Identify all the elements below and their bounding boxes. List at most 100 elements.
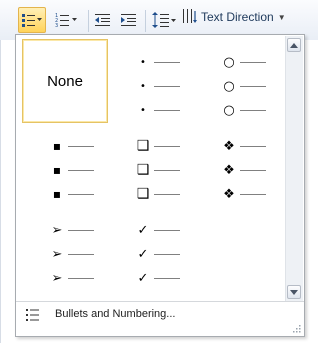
preview-text-line bbox=[240, 170, 266, 171]
window-edge bbox=[0, 40, 1, 343]
arrowhead-bullet-icon: ➢ bbox=[51, 270, 63, 286]
chevron-down-icon: ▼ bbox=[277, 12, 286, 22]
bullet-style-checkmark[interactable]: ✓ ✓ ✓ bbox=[108, 207, 194, 291]
preview-text-line bbox=[240, 86, 266, 87]
decrease-indent-button[interactable] bbox=[92, 7, 114, 33]
text-direction-button[interactable]: Text Direction ▼ bbox=[182, 6, 286, 28]
bullet-preview-line: ➢ bbox=[22, 222, 108, 238]
hollow-square-bullet-icon: ❑ bbox=[136, 162, 150, 178]
bullet-preview-line: • bbox=[108, 104, 194, 116]
bullet-style-small-dot[interactable]: • • • bbox=[108, 39, 194, 123]
preview-text-line bbox=[68, 146, 94, 147]
checkmark-bullet-icon: ✓ bbox=[137, 222, 149, 238]
preview-text-line bbox=[154, 230, 180, 231]
checkmark-bullet-icon: ✓ bbox=[137, 270, 149, 286]
hollow-circle-bullet-icon: ○ bbox=[223, 102, 235, 118]
filled-square-bullet-icon: ▪ bbox=[52, 187, 62, 201]
bullet-preview-line: ○ bbox=[194, 54, 280, 70]
preview-text-line bbox=[68, 194, 94, 195]
bullet-style-none-label: None bbox=[47, 72, 83, 90]
ribbon-separator bbox=[145, 10, 146, 32]
word-bullets-dropdown-screen: 1 2 3 Text Direction ▼ None • • • ○ ○ ○ … bbox=[0, 0, 318, 343]
bullet-style-hollow-circle[interactable]: ○ ○ ○ bbox=[194, 39, 280, 123]
preview-text-line bbox=[68, 278, 94, 279]
bullet-preview-line: ❖ bbox=[194, 186, 280, 202]
preview-text-line bbox=[154, 278, 180, 279]
chevron-down-icon bbox=[290, 289, 298, 295]
bullet-library-gallery: None • • • ○ ○ ○ ▪ ▪ ▪ ❑ ❑ ❑ ❖ ❖ ❖ ➢ ➢ ➢ ✓ ✓ ✓ bbox=[16, 35, 284, 301]
bullet-preview-line: ❑ bbox=[108, 138, 194, 154]
preview-text-line bbox=[240, 146, 266, 147]
preview-text-line bbox=[68, 230, 94, 231]
footer-divider bbox=[16, 301, 304, 302]
line-spacing-button[interactable] bbox=[150, 7, 178, 33]
gallery-scrollbar[interactable] bbox=[285, 36, 303, 301]
bullet-preview-line: • bbox=[108, 56, 194, 68]
bullet-preview-line: ✓ bbox=[108, 222, 194, 238]
bullet-style-hollow-square[interactable]: ❑ ❑ ❑ bbox=[108, 123, 194, 207]
text-direction-label: Text Direction bbox=[201, 10, 274, 24]
preview-text-line bbox=[240, 194, 266, 195]
line-spacing-icon bbox=[152, 12, 176, 28]
decrease-indent-icon bbox=[95, 14, 110, 26]
four-diamond-bullet-icon: ❖ bbox=[223, 138, 235, 154]
preview-text-line bbox=[154, 146, 180, 147]
ribbon-separator bbox=[88, 10, 89, 32]
four-diamond-bullet-icon: ❖ bbox=[223, 186, 235, 202]
bullet-preview-line: ▪ bbox=[22, 187, 108, 201]
bullets-button[interactable] bbox=[18, 7, 46, 33]
increase-indent-icon bbox=[121, 14, 136, 26]
preview-text-line bbox=[154, 110, 180, 111]
preview-text-line bbox=[154, 62, 180, 63]
small-dot-bullet-icon: • bbox=[140, 104, 146, 116]
arrowhead-bullet-icon: ➢ bbox=[51, 246, 63, 262]
bullet-preview-line: ❑ bbox=[108, 186, 194, 202]
bullet-style-arrowhead[interactable]: ➢ ➢ ➢ bbox=[22, 207, 108, 291]
preview-text-line bbox=[240, 110, 266, 111]
filled-square-bullet-icon: ▪ bbox=[52, 163, 62, 177]
bullets-list-icon bbox=[26, 309, 39, 321]
bullet-preview-line: ▪ bbox=[22, 139, 108, 153]
filled-square-bullet-icon: ▪ bbox=[52, 139, 62, 153]
bullet-preview-line: ❖ bbox=[194, 138, 280, 154]
scroll-down-button[interactable] bbox=[287, 285, 301, 299]
preview-text-line bbox=[68, 170, 94, 171]
bullet-preview-line: ✓ bbox=[108, 270, 194, 286]
bullet-preview-line: ❑ bbox=[108, 162, 194, 178]
preview-text-line bbox=[240, 62, 266, 63]
checkmark-bullet-icon: ✓ bbox=[137, 246, 149, 262]
bullet-preview-line: ❖ bbox=[194, 163, 280, 178]
svg-text:3: 3 bbox=[55, 23, 58, 28]
bullet-preview-line: ✓ bbox=[108, 246, 194, 262]
bullet-preview-line: ➢ bbox=[22, 270, 108, 286]
bullet-preview-line: ➢ bbox=[22, 246, 108, 262]
preview-text-line bbox=[154, 86, 180, 87]
small-dot-bullet-icon: • bbox=[140, 80, 146, 92]
resize-grip-icon[interactable] bbox=[293, 325, 301, 333]
hollow-square-bullet-icon: ❑ bbox=[136, 186, 150, 202]
increase-indent-button[interactable] bbox=[118, 7, 140, 33]
scroll-up-button[interactable] bbox=[287, 38, 301, 52]
bullet-style-none[interactable]: None bbox=[22, 39, 108, 123]
bullets-list-icon bbox=[22, 14, 42, 27]
hollow-circle-bullet-icon: ○ bbox=[223, 78, 235, 94]
preview-text-line bbox=[154, 254, 180, 255]
bullet-preview-line: ○ bbox=[194, 78, 280, 94]
bullet-style-filled-square[interactable]: ▪ ▪ ▪ bbox=[22, 123, 108, 207]
bullet-style-four-diamond[interactable]: ❖ ❖ ❖ bbox=[194, 123, 280, 207]
bullet-preview-line: ▪ bbox=[22, 163, 108, 177]
preview-text-line bbox=[68, 254, 94, 255]
bullet-preview-line: ○ bbox=[194, 102, 280, 118]
preview-text-line bbox=[154, 194, 180, 195]
numbering-button[interactable]: 1 2 3 bbox=[52, 7, 82, 33]
hollow-circle-bullet-icon: ○ bbox=[223, 54, 235, 70]
arrowhead-bullet-icon: ➢ bbox=[51, 222, 63, 238]
hollow-square-bullet-icon: ❑ bbox=[136, 138, 150, 154]
preview-text-line bbox=[154, 170, 180, 171]
bullets-and-numbering-menu-item[interactable]: Bullets and Numbering... bbox=[17, 303, 303, 327]
scrollbar-track[interactable] bbox=[289, 54, 299, 283]
text-direction-icon bbox=[183, 9, 197, 23]
small-dot-bullet-icon: • bbox=[140, 56, 146, 68]
bullet-library-dropdown: None • • • ○ ○ ○ ▪ ▪ ▪ ❑ ❑ ❑ ❖ ❖ ❖ ➢ ➢ ➢ ✓ ✓ ✓ Bullets and N bbox=[15, 34, 305, 337]
bullets-and-numbering-label: Bullets and Numbering... bbox=[55, 308, 176, 320]
